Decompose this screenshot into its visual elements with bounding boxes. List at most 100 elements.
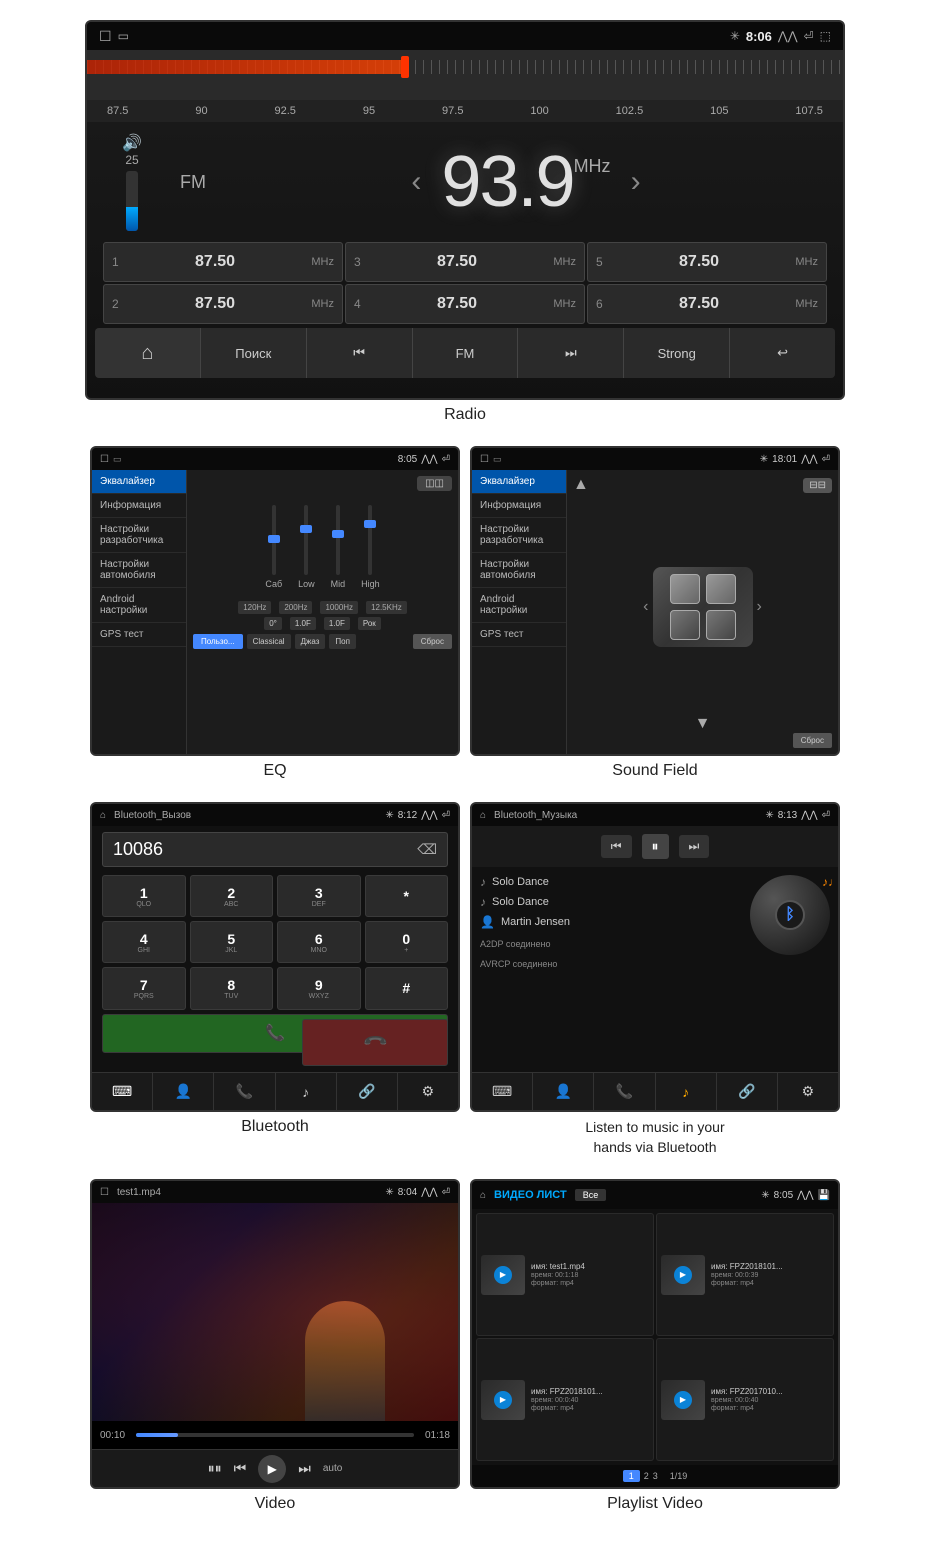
eq-val-0[interactable]: 0° (264, 617, 282, 630)
preset-3[interactable]: 3 87.50 MHz (345, 242, 585, 282)
sf-menu-android[interactable]: Android настройки (472, 588, 566, 623)
freq-up-arrow[interactable]: › (631, 165, 641, 199)
bt-key-8[interactable]: 8TUV (190, 967, 274, 1009)
eq-menu-car-settings[interactable]: Настройки автомобиля (92, 553, 186, 588)
vid-play-button[interactable]: ▶ (258, 1455, 286, 1483)
eq-settings-button[interactable]: ◫◫ (417, 476, 452, 491)
bt-end-button[interactable]: 📞 (302, 1019, 448, 1066)
vid-prev-button[interactable]: ⏮ (234, 1460, 247, 1477)
bt-btn-link[interactable]: 🔗 (337, 1073, 398, 1110)
eq-freq-12k5[interactable]: 12.5KHz (366, 601, 407, 614)
btm-btn-keyboard[interactable]: ⌨ (472, 1073, 533, 1110)
vid-next-button[interactable]: ⏭ (298, 1460, 311, 1477)
bt-key-1[interactable]: 1QLO (102, 875, 186, 917)
eq-freq-200[interactable]: 200Hz (279, 601, 312, 614)
bt-key-4[interactable]: 4GHI (102, 921, 186, 963)
bt-btn-music[interactable]: ♪ (276, 1073, 337, 1110)
radio-slider-area[interactable] (87, 50, 843, 100)
sf-up-arrow[interactable]: ▲ (573, 476, 589, 494)
bt-key-hash[interactable]: # (365, 967, 449, 1009)
bt-btn-recent[interactable]: 📞 (214, 1073, 275, 1110)
preset-1[interactable]: 1 87.50 MHz (103, 242, 343, 282)
volume-bar[interactable] (126, 171, 138, 231)
btm-btn-link[interactable]: 🔗 (717, 1073, 778, 1110)
bt-btn-keyboard[interactable]: ⌨ (92, 1073, 153, 1110)
bt-key-2[interactable]: 2ABC (190, 875, 274, 917)
bt-key-6[interactable]: 6MNO (277, 921, 361, 963)
btm-btn-contacts[interactable]: 👤 (533, 1073, 594, 1110)
back-button[interactable]: ↩ (730, 328, 835, 378)
strong-button[interactable]: Strong (624, 328, 730, 378)
sf-menu-info[interactable]: Информация (472, 494, 566, 518)
eq-slider-track-high[interactable] (368, 505, 372, 575)
eq-preset-jazz[interactable]: Джаз (295, 634, 326, 649)
sf-eq-icon[interactable]: ⊟⊟ (803, 478, 832, 493)
pl-item-1[interactable]: ▶ имя: test1.mp4 время: 00:1:18 формат: … (476, 1213, 654, 1336)
radio-slider-thumb[interactable] (401, 56, 409, 78)
pl-item-3[interactable]: ▶ имя: FPZ2018101... время: 00:0:40 форм… (476, 1338, 654, 1461)
sf-menu-gps[interactable]: GPS тест (472, 623, 566, 647)
eq-val-rok[interactable]: Рок (358, 617, 381, 630)
preset-4[interactable]: 4 87.50 MHz (345, 284, 585, 324)
pl-page-2[interactable]: 2 (644, 1471, 649, 1481)
eq-preset-pop[interactable]: Поп (329, 634, 356, 649)
sf-left-arrow[interactable]: ‹ (643, 598, 648, 616)
bt-backspace-icon[interactable]: ⌫ (417, 841, 437, 858)
bt-key-star[interactable]: * (365, 875, 449, 917)
eq-menu-equalizer[interactable]: Эквалайзер (92, 470, 186, 494)
btm-btn-music[interactable]: ♪ (656, 1073, 717, 1110)
eq-menu-android[interactable]: Android настройки (92, 588, 186, 623)
bt-btn-settings[interactable]: ⚙ (398, 1073, 458, 1110)
btm-prev-button[interactable]: ⏮ (601, 835, 632, 858)
eq-preset-user[interactable]: Пользо... (193, 634, 243, 649)
btm-btn-settings[interactable]: ⚙ (778, 1073, 838, 1110)
sf-menu-car[interactable]: Настройки автомобиля (472, 553, 566, 588)
sf-reset-button[interactable]: Сброс (793, 733, 832, 748)
eq-freq-120[interactable]: 120Hz (238, 601, 271, 614)
eq-reset-button[interactable]: Сброс (413, 634, 452, 649)
sf-menu-dev[interactable]: Настройки разработчика (472, 518, 566, 553)
eq-thumb-high[interactable] (364, 520, 376, 528)
bt-key-3[interactable]: 3DEF (277, 875, 361, 917)
bt-key-9[interactable]: 9WXYZ (277, 967, 361, 1009)
fm-button[interactable]: FM (413, 328, 519, 378)
eq-val-1f[interactable]: 1.0F (290, 617, 316, 630)
eq-val-1f2[interactable]: 1.0F (324, 617, 350, 630)
eq-freq-1000[interactable]: 1000Hz (320, 601, 358, 614)
btm-btn-recent[interactable]: 📞 (594, 1073, 655, 1110)
pl-filter-button[interactable]: Все (575, 1189, 607, 1201)
eq-menu-dev-settings[interactable]: Настройки разработчика (92, 518, 186, 553)
eq-thumb-mid[interactable] (332, 530, 344, 538)
pl-item-4[interactable]: ▶ имя: FPZ2017010... время: 00:0:40 форм… (656, 1338, 834, 1461)
pl-page-3[interactable]: 3 (653, 1471, 658, 1481)
vid-menu-button[interactable]: ⏸⏸ (208, 1460, 222, 1477)
prev-button[interactable]: ⏮ (307, 328, 413, 378)
pl-page-1[interactable]: 1 (623, 1470, 640, 1482)
video-content[interactable] (92, 1203, 458, 1421)
freq-down-arrow[interactable]: ‹ (411, 165, 421, 199)
next-button[interactable]: ⏭ (518, 328, 624, 378)
eq-slider-track-mid[interactable] (336, 505, 340, 575)
eq-slider-track-sub[interactable] (272, 505, 276, 575)
pl-item-2[interactable]: ▶ имя: FPZ2018101... время: 00:0:39 форм… (656, 1213, 834, 1336)
eq-thumb-sub[interactable] (268, 535, 280, 543)
btm-pause-button[interactable]: ⏸ (642, 834, 669, 859)
sf-menu-equalizer[interactable]: Эквалайзер (472, 470, 566, 494)
bt-btn-contacts[interactable]: 👤 (153, 1073, 214, 1110)
eq-thumb-low[interactable] (300, 525, 312, 533)
bt-key-5[interactable]: 5JKL (190, 921, 274, 963)
sf-right-arrow[interactable]: › (757, 598, 762, 616)
btm-next-button[interactable]: ⏭ (679, 835, 710, 858)
bt-key-0[interactable]: 0+ (365, 921, 449, 963)
search-button[interactable]: Поиск (201, 328, 307, 378)
preset-2[interactable]: 2 87.50 MHz (103, 284, 343, 324)
eq-menu-info[interactable]: Информация (92, 494, 186, 518)
preset-6[interactable]: 6 87.50 MHz (587, 284, 827, 324)
bt-key-7[interactable]: 7PQRS (102, 967, 186, 1009)
eq-menu-gps[interactable]: GPS тест (92, 623, 186, 647)
sf-down-arrow[interactable]: ▼ (573, 715, 832, 733)
vid-progress-track[interactable] (136, 1433, 414, 1437)
preset-5[interactable]: 5 87.50 MHz (587, 242, 827, 282)
home-button[interactable]: ⌂ (95, 328, 201, 378)
eq-slider-track-low[interactable] (304, 505, 308, 575)
